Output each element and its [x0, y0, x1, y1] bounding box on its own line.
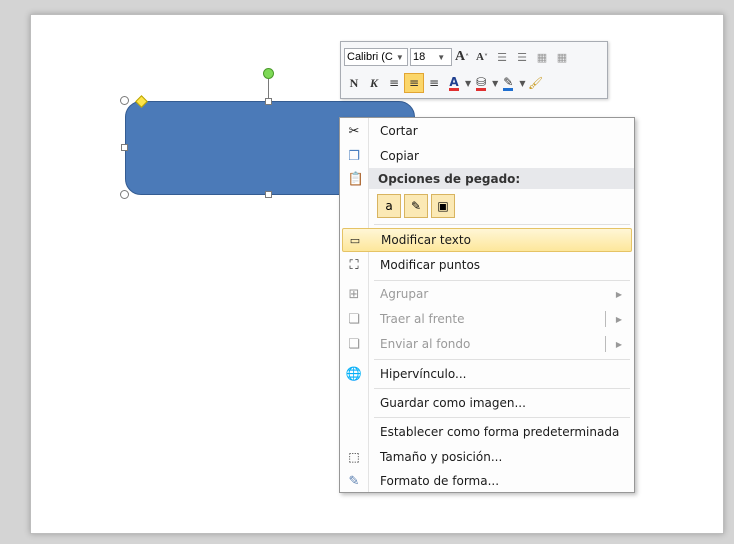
align-left-icon: ≡	[388, 76, 400, 90]
menu-item-edit-points-label: Modificar puntos	[380, 258, 481, 272]
menu-item-hyperlink[interactable]: 🌐 Hipervínculo...	[342, 362, 632, 386]
font-name-combo[interactable]: Calibri (C ▼	[344, 48, 408, 66]
grow-font-icon: A	[454, 49, 466, 64]
paste-text-icon: a	[385, 199, 393, 213]
font-color-icon: A	[449, 74, 459, 91]
bold-button[interactable]: N	[344, 73, 364, 93]
decrease-indent-button[interactable]: ☰	[492, 47, 512, 67]
align-right-button[interactable]: ≡	[424, 73, 444, 93]
send-backward-icon: ▦	[556, 50, 568, 64]
scissors-icon: ✂	[348, 123, 360, 139]
submenu-arrow-icon: ▶	[615, 289, 622, 299]
menu-separator	[374, 417, 630, 418]
menu-item-set-default-shape-label: Establecer como forma predeterminada	[380, 425, 620, 439]
menu-item-cut-label: Cortar	[380, 124, 418, 138]
menu-item-edit-text[interactable]: ▭ Modificar texto	[342, 228, 632, 252]
menu-item-save-as-image-label: Guardar como imagen...	[380, 396, 526, 410]
split-divider	[605, 336, 606, 352]
resize-handle-bottom[interactable]	[265, 191, 272, 198]
menu-item-format-shape[interactable]: ✎ Formato de forma...	[342, 469, 632, 493]
format-painter-icon: 🖌	[527, 76, 544, 90]
italic-icon: K	[369, 75, 378, 90]
menu-separator	[374, 224, 630, 225]
resize-handle-bottom-left[interactable]	[120, 190, 129, 199]
fill-color-button[interactable]: ⛁	[471, 73, 491, 93]
rotation-handle[interactable]	[263, 68, 274, 79]
size-position-icon: ⬚	[348, 450, 360, 464]
menu-item-format-shape-label: Formato de forma...	[380, 474, 500, 488]
globe-link-icon: 🌐	[345, 366, 363, 382]
resize-handle-top[interactable]	[265, 98, 272, 105]
shrink-font-button[interactable]: A ˅	[472, 47, 492, 67]
decrease-indent-icon: ☰	[497, 50, 507, 64]
italic-button[interactable]: K	[364, 73, 384, 93]
menu-item-size-position[interactable]: ⬚ Tamaño y posición...	[342, 445, 632, 469]
menu-item-set-default-shape[interactable]: Establecer como forma predeterminada	[342, 420, 632, 444]
mini-toolbar: Calibri (C ▼ 18 ▼ A ˄ A ˅ ☰ ☰ ▦ ▦ N K ≡ ≡ …	[340, 41, 608, 99]
resize-handle-top-left[interactable]	[120, 96, 129, 105]
menu-item-copy-label: Copiar	[380, 149, 419, 163]
bring-forward-button[interactable]: ▦	[532, 47, 552, 67]
send-backward-button[interactable]: ▦	[552, 47, 572, 67]
menu-separator	[374, 359, 630, 360]
paste-use-destination-theme-button[interactable]: ✎	[404, 194, 428, 218]
increase-indent-button[interactable]: ☰	[512, 47, 532, 67]
menu-item-bring-front-label: Traer al frente	[380, 312, 465, 326]
outline-color-button[interactable]: ✎	[498, 73, 518, 93]
paste-keep-text-only-button[interactable]: a	[377, 194, 401, 218]
resize-handle-left[interactable]	[121, 144, 128, 151]
align-center-icon: ≡	[408, 76, 420, 90]
menu-item-cut[interactable]: ✂ Cortar	[342, 119, 632, 143]
menu-item-copy[interactable]: ❐ Copiar	[342, 144, 632, 168]
paste-options-header: Opciones de pegado:	[369, 168, 634, 189]
paste-theme-icon: ✎	[410, 199, 422, 213]
paint-bucket-icon: ⛁	[476, 74, 487, 91]
menu-item-send-back-label: Enviar al fondo	[380, 337, 471, 351]
bring-to-front-icon: ❏	[348, 311, 360, 327]
text-box-icon: ▭	[349, 233, 361, 247]
submenu-arrow-icon: ▶	[615, 339, 622, 349]
menu-separator	[374, 388, 630, 389]
bold-icon: N	[349, 75, 359, 90]
align-right-icon: ≡	[428, 76, 440, 90]
paste-as-picture-button[interactable]: ▣	[431, 194, 455, 218]
menu-item-edit-points[interactable]: ⛶ Modificar puntos	[342, 253, 632, 277]
menu-item-bring-front[interactable]: ❏ Traer al frente ▶	[342, 307, 632, 331]
align-center-button[interactable]: ≡	[404, 73, 424, 93]
clipboard-icon: 📋	[347, 171, 365, 187]
group-icon: ⊞	[348, 286, 360, 302]
bring-forward-icon: ▦	[536, 50, 548, 64]
pen-outline-icon: ✎	[503, 74, 514, 91]
increase-indent-icon: ☰	[517, 50, 527, 64]
copy-icon: ❐	[348, 148, 360, 164]
menu-item-send-back[interactable]: ❏ Enviar al fondo ▶	[342, 332, 632, 356]
paste-picture-icon: ▣	[437, 199, 449, 213]
format-shape-icon: ✎	[348, 473, 360, 489]
menu-item-size-position-label: Tamaño y posición...	[380, 450, 503, 464]
send-to-back-icon: ❏	[348, 336, 360, 352]
edit-points-icon: ⛶	[349, 257, 359, 273]
chevron-down-icon: ▼	[395, 52, 404, 62]
menu-item-group-label: Agrupar	[380, 287, 429, 301]
shrink-font-icon: A	[476, 51, 484, 63]
split-divider	[605, 311, 606, 327]
menu-item-hyperlink-label: Hipervínculo...	[380, 367, 467, 381]
grow-font-button[interactable]: A ˄	[452, 47, 472, 67]
blank-icon	[342, 422, 366, 442]
menu-item-save-as-image[interactable]: Guardar como imagen...	[342, 391, 632, 415]
context-menu: ✂ Cortar ❐ Copiar 📋 Opciones de pegado: …	[339, 117, 635, 493]
menu-separator	[374, 280, 630, 281]
font-size-value: 18	[413, 51, 426, 63]
menu-item-edit-text-label: Modificar texto	[381, 233, 471, 247]
align-left-button[interactable]: ≡	[384, 73, 404, 93]
font-size-combo[interactable]: 18 ▼	[410, 48, 452, 66]
font-name-value: Calibri (C	[347, 51, 393, 63]
menu-item-group[interactable]: ⊞ Agrupar ▶	[342, 282, 632, 306]
blank-icon	[342, 393, 366, 413]
chevron-down-icon: ▼	[437, 52, 446, 62]
font-color-button[interactable]: A	[444, 73, 464, 93]
format-painter-button[interactable]: 🖌	[525, 73, 545, 93]
submenu-arrow-icon: ▶	[615, 314, 622, 324]
